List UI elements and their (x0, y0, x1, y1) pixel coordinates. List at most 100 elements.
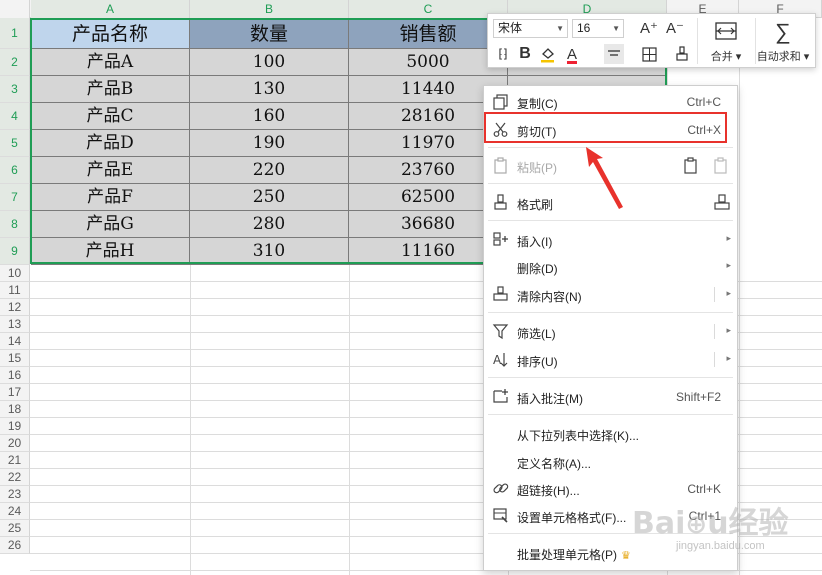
format-painter-icon[interactable] (672, 44, 692, 64)
merge-button[interactable]: 合并 ▾ (698, 17, 754, 67)
select-all-corner[interactable] (0, 0, 30, 18)
bold-icon[interactable]: B (515, 44, 535, 64)
cell-product[interactable]: 产品E (31, 157, 190, 184)
chevron-down-icon: ▼ (556, 24, 564, 33)
row-header-22[interactable]: 22 (0, 469, 30, 486)
row-header-7[interactable]: 7 (0, 184, 30, 211)
row-header-14[interactable]: 14 (0, 333, 30, 350)
cell-header-product-name[interactable]: 产品名称 (31, 19, 190, 49)
increase-font-icon[interactable]: A⁺ (639, 18, 659, 38)
cell-product[interactable]: 产品B (31, 76, 190, 103)
menu-item-filter-label: 筛选(L) (517, 327, 556, 341)
cell-product[interactable]: 产品H (31, 238, 190, 265)
cell-quantity[interactable]: 190 (190, 130, 349, 157)
format-cells-icon (493, 508, 508, 523)
menu-item-cut-label: 剪切(T) (517, 125, 557, 139)
font-family-select[interactable]: 宋体 ▼ (493, 19, 568, 38)
borders-icon[interactable] (639, 44, 659, 64)
cell-quantity[interactable]: 280 (190, 211, 349, 238)
cell-header-sales[interactable]: 销售额 (349, 19, 508, 49)
row-header-23[interactable]: 23 (0, 486, 30, 503)
cell-quantity[interactable]: 160 (190, 103, 349, 130)
format-cells-icon[interactable]: ⁅⁆ (493, 44, 513, 64)
cell-product[interactable]: 产品F (31, 184, 190, 211)
menu-item-format-painter-label: 格式刷 (517, 198, 554, 212)
row-header-4[interactable]: 4 (0, 103, 30, 130)
red-arrow-icon (586, 147, 623, 209)
cell-quantity[interactable]: 130 (190, 76, 349, 103)
cell-sales[interactable]: 5000 (349, 49, 508, 76)
link-icon (493, 483, 509, 494)
mini-format-toolbar: 宋体 ▼ 16 ▼ A⁺ A⁻ ⁅⁆ B A 合并 ▾ ∑ 自动求和 ▾ (487, 13, 816, 68)
row-header-6[interactable]: 6 (0, 157, 30, 184)
row-header-21[interactable]: 21 (0, 452, 30, 469)
row-header-12[interactable]: 12 (0, 299, 30, 316)
menu-item-delete[interactable]: 删除(D) ▸ (484, 253, 737, 280)
cell-header-quantity[interactable]: 数量 (190, 19, 349, 49)
menu-item-pick-from-list-label: 从下拉列表中选择(K)... (517, 429, 639, 443)
row-header-11[interactable]: 11 (0, 282, 30, 299)
menu-item-comment-shortcut: Shift+F2 (675, 390, 721, 404)
paste-format-icon[interactable] (712, 157, 729, 177)
cell-quantity[interactable]: 100 (190, 49, 349, 76)
crown-icon: ♛ (621, 550, 631, 562)
row-header-24[interactable]: 24 (0, 503, 30, 520)
font-size-select[interactable]: 16 ▼ (572, 19, 624, 38)
row-header-18[interactable]: 18 (0, 401, 30, 418)
row-header-10[interactable]: 10 (0, 265, 30, 282)
row-header-16[interactable]: 16 (0, 367, 30, 384)
cell-product[interactable]: 产品G (31, 211, 190, 238)
row-header-13[interactable]: 13 (0, 316, 30, 333)
cell-quantity[interactable]: 250 (190, 184, 349, 211)
menu-item-insert-label: 插入(I) (517, 235, 553, 249)
paste-values-icon[interactable] (682, 157, 699, 177)
font-size-value: 16 (577, 21, 591, 35)
menu-item-cell-format[interactable]: 设置单元格格式(F)... Ctrl+1 (484, 502, 737, 529)
menu-item-cell-format-label: 设置单元格格式(F)... (517, 511, 627, 525)
menu-item-comment[interactable]: 插入批注(M) Shift+F2 (484, 383, 737, 410)
menu-item-copy-shortcut: Ctrl+C (686, 95, 721, 109)
merge-label: 合并 (710, 51, 733, 63)
font-color-icon[interactable]: A (562, 44, 582, 64)
row-header-8[interactable]: 8 (0, 211, 30, 238)
row-header-1[interactable]: 1 (0, 18, 30, 49)
cell-product[interactable]: 产品C (31, 103, 190, 130)
menu-item-clear[interactable]: 清除内容(N) ▸ (484, 281, 737, 308)
menu-item-hyperlink[interactable]: 超链接(H)... Ctrl+K (484, 475, 737, 502)
cell-quantity[interactable]: 220 (190, 157, 349, 184)
row-header-9[interactable]: 9 (0, 238, 30, 265)
row-header-25[interactable]: 25 (0, 520, 30, 537)
row-header-26[interactable]: 26 (0, 537, 30, 554)
menu-item-copy-label: 复制(C) (517, 97, 558, 111)
chevron-right-icon: ▸ (726, 260, 731, 270)
menu-item-sort[interactable]: A 排序(U) ▸ (484, 346, 737, 373)
menu-item-delete-label: 删除(D) (517, 262, 558, 276)
row-header-5[interactable]: 5 (0, 130, 30, 157)
row-header-3[interactable]: 3 (0, 76, 30, 103)
column-header-a[interactable]: A (31, 0, 190, 18)
menu-item-define-name[interactable]: 定义名称(A)... (484, 448, 737, 475)
menu-item-insert[interactable]: 插入(I) ▸ (484, 226, 737, 253)
menu-item-cut[interactable]: 剪切(T) Ctrl+X (484, 116, 737, 143)
chevron-right-icon: ▸ (726, 233, 731, 243)
cell-product[interactable]: 产品A (31, 49, 190, 76)
fill-color-icon[interactable] (538, 44, 558, 64)
menu-item-filter[interactable]: 筛选(L) ▸ (484, 318, 737, 345)
column-header-c[interactable]: C (349, 0, 508, 18)
menu-item-pick-from-list[interactable]: 从下拉列表中选择(K)... (484, 420, 737, 447)
menu-item-paste-label: 粘贴(P) (517, 161, 557, 175)
decrease-font-icon[interactable]: A⁻ (665, 18, 685, 38)
row-header-15[interactable]: 15 (0, 350, 30, 367)
cell-quantity[interactable]: 310 (190, 238, 349, 265)
format-painter-stamp-icon[interactable] (713, 194, 731, 214)
row-header-2[interactable]: 2 (0, 49, 30, 76)
cell-product[interactable]: 产品D (31, 130, 190, 157)
menu-item-batch-process[interactable]: 批量处理单元格(P) ♛ (484, 539, 737, 566)
column-header-b[interactable]: B (190, 0, 349, 18)
row-header-17[interactable]: 17 (0, 384, 30, 401)
align-center-icon[interactable] (604, 44, 624, 64)
autosum-button[interactable]: ∑ 自动求和 ▾ (750, 17, 816, 67)
row-header-20[interactable]: 20 (0, 435, 30, 452)
row-header-19[interactable]: 19 (0, 418, 30, 435)
menu-item-copy[interactable]: 复制(C) Ctrl+C (484, 88, 737, 115)
